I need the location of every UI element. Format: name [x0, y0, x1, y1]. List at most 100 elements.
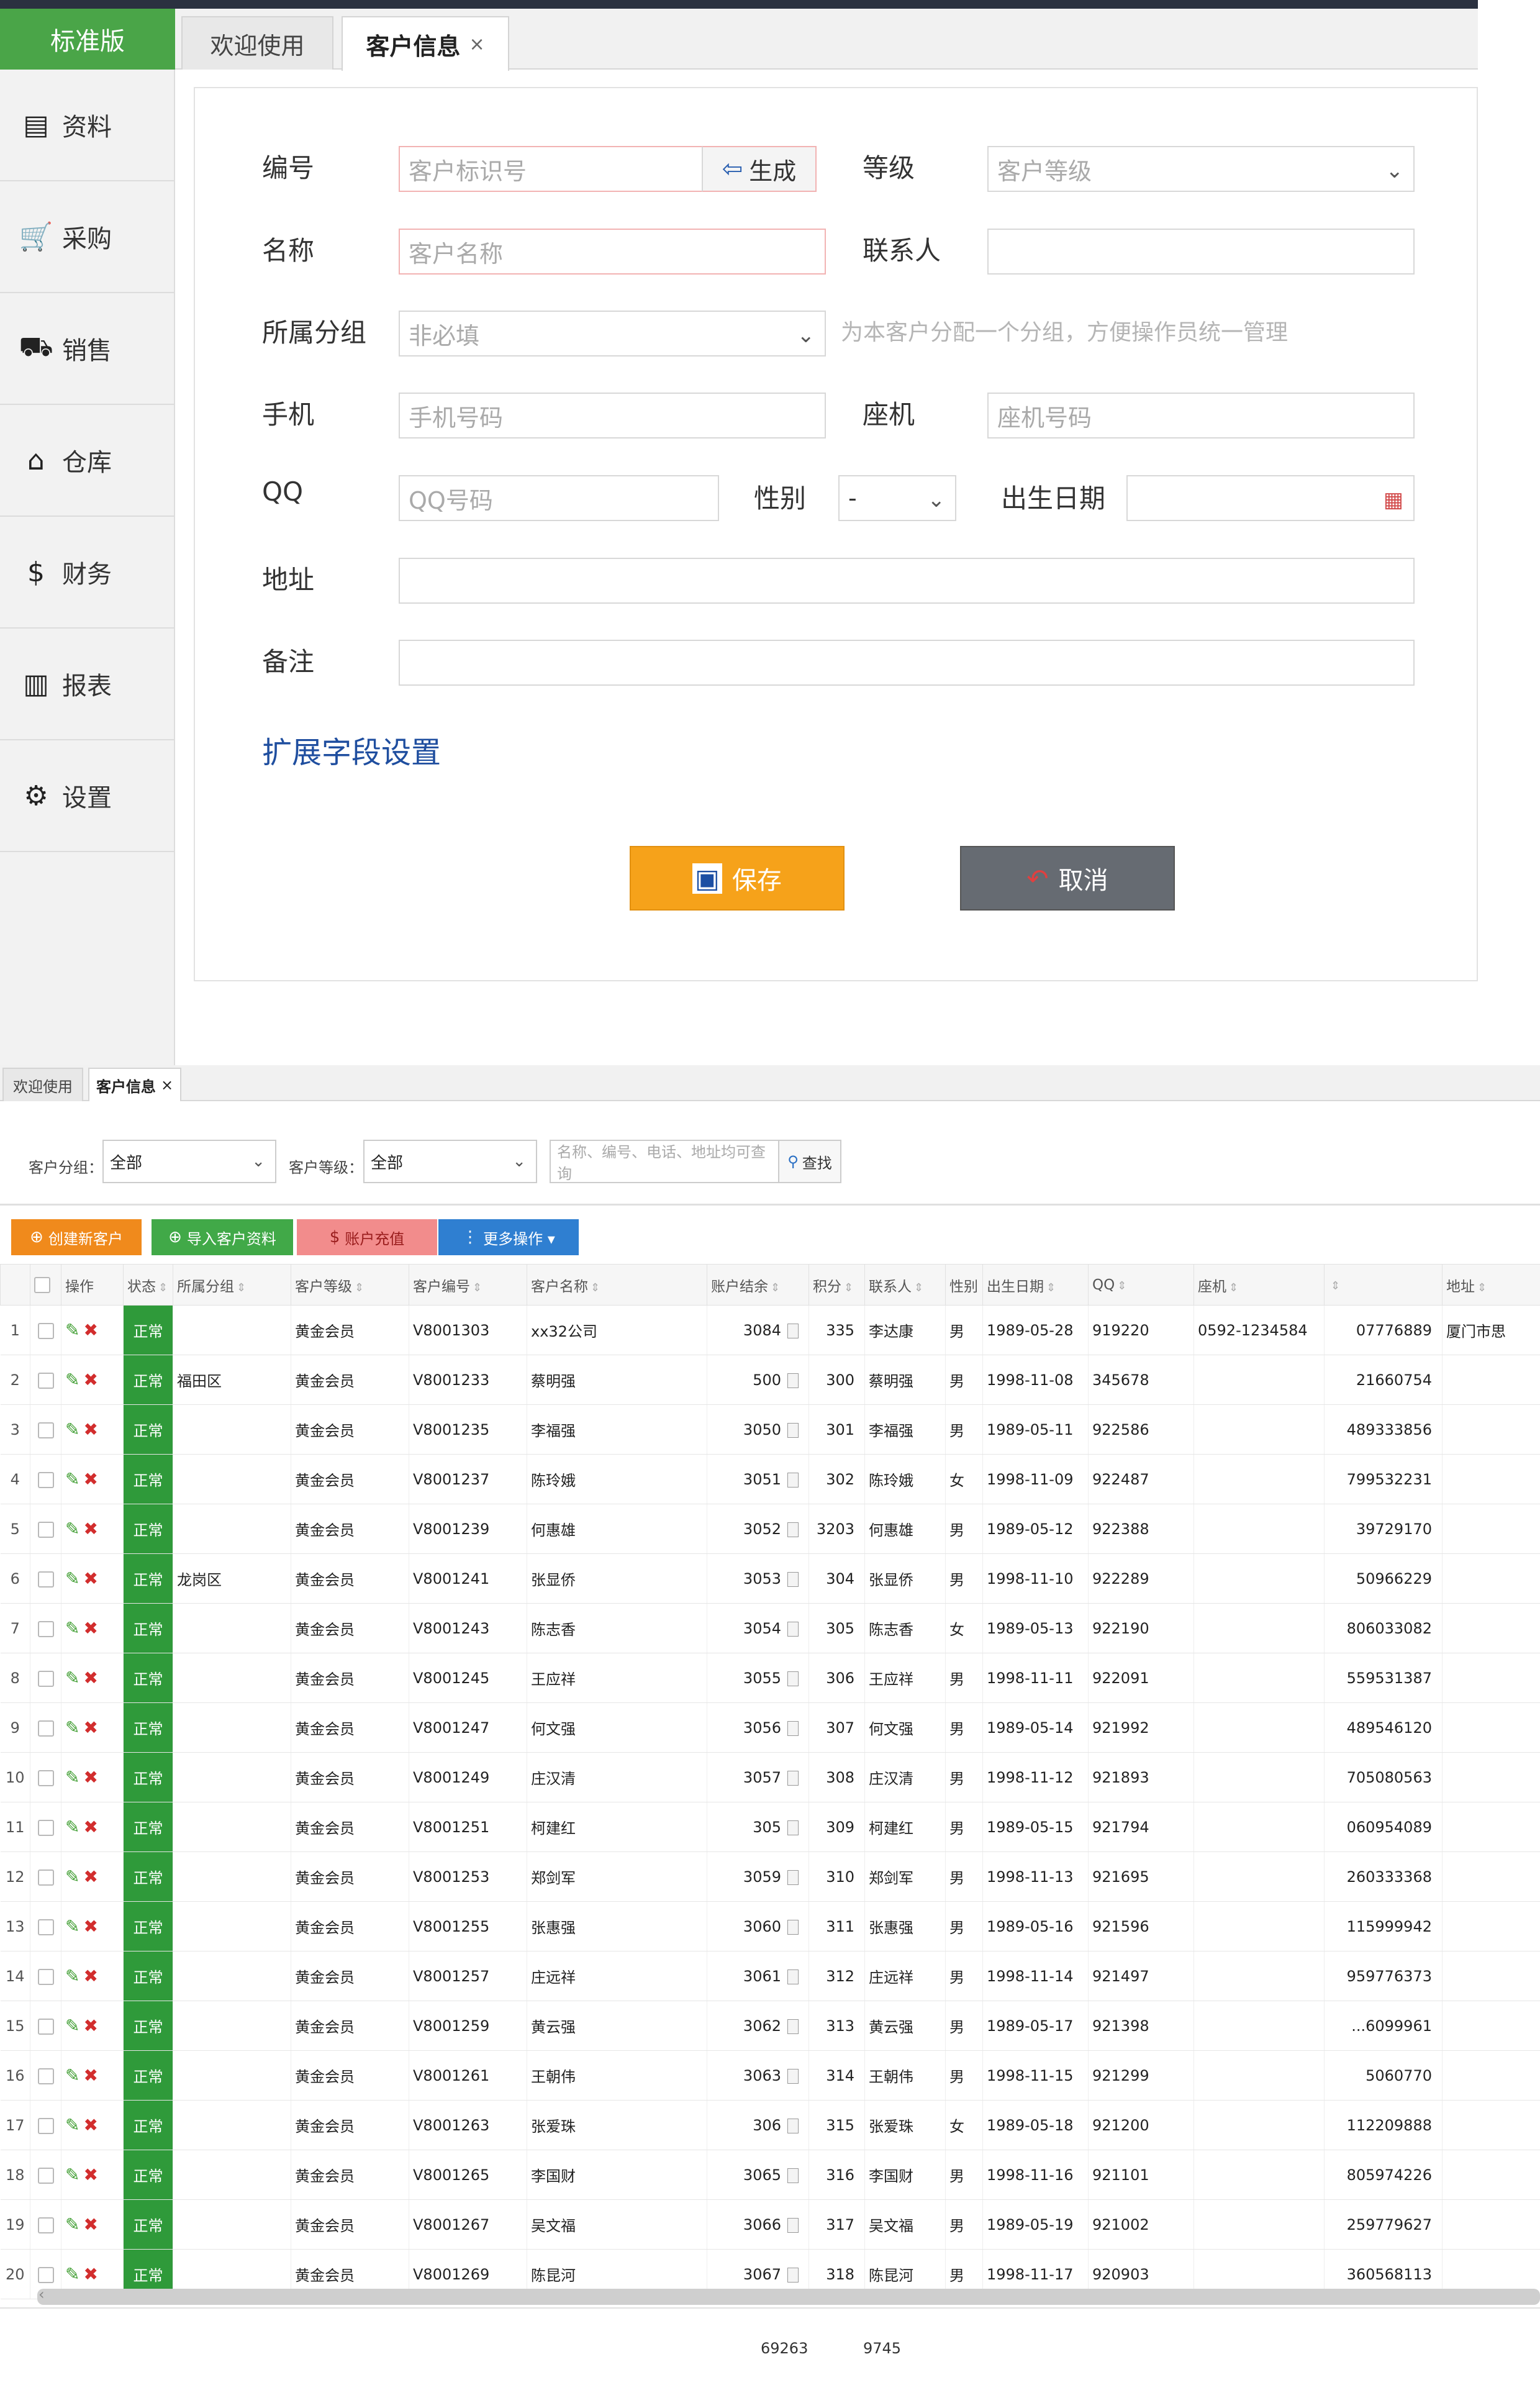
note-icon[interactable]: [787, 1820, 799, 1835]
row-checkbox[interactable]: [30, 2150, 61, 2200]
checkbox[interactable]: [34, 1276, 50, 1293]
header-contact[interactable]: 联系人 ⇕: [864, 1264, 946, 1306]
header-mobile[interactable]: ⇕: [1324, 1264, 1443, 1306]
sidebar-item-finance[interactable]: $ 财务: [0, 517, 174, 629]
remark-input[interactable]: [399, 640, 1415, 686]
delete-icon[interactable]: ✖: [83, 2264, 97, 2284]
row-actions[interactable]: ✎ ✖: [61, 1653, 124, 1703]
edit-icon[interactable]: ✎: [65, 1618, 79, 1638]
checkbox[interactable]: [37, 1769, 54, 1786]
checkbox[interactable]: [37, 1571, 54, 1588]
edit-icon[interactable]: ✎: [65, 1519, 79, 1539]
table-row[interactable]: 4 ✎ ✖ 正常 黄金会员 V8001237 陈玲娥 3051 302 陈玲娥女 1998-11-0…: [0, 1454, 1540, 1504]
checkbox[interactable]: [37, 1372, 54, 1389]
table-row[interactable]: 5 ✎ ✖ 正常 黄金会员 V8001239 何惠雄 3052 3203 何惠雄男 1989-05-…: [0, 1504, 1540, 1554]
extend-fields-link[interactable]: 扩展字段设置: [262, 728, 441, 771]
header-code[interactable]: 客户编号 ⇕: [409, 1264, 527, 1306]
row-actions[interactable]: ✎ ✖: [61, 2050, 124, 2101]
note-icon[interactable]: [787, 1522, 799, 1537]
checkbox[interactable]: [37, 1869, 54, 1886]
row-checkbox[interactable]: [30, 1355, 61, 1405]
checkbox[interactable]: [37, 2167, 54, 2184]
edit-icon[interactable]: ✎: [65, 2115, 79, 2135]
table-row[interactable]: 16 ✎ ✖ 正常 黄金会员 V8001261 王朝伟 3063 314 王朝伟男 1998-11-…: [0, 2050, 1540, 2101]
tab-welcome[interactable]: 欢迎使用: [2, 1068, 83, 1101]
group-filter-select[interactable]: 全部 ⌄: [102, 1140, 276, 1183]
header-name[interactable]: 客户名称 ⇕: [527, 1264, 707, 1306]
delete-icon[interactable]: ✖: [83, 1817, 97, 1837]
table-row[interactable]: 6 ✎ ✖ 正常 龙岗区 黄金会员 V8001241 张显侨 3053 304 张显侨男 1998-1…: [0, 1553, 1540, 1604]
row-actions[interactable]: ✎ ✖: [61, 1702, 124, 1753]
checkbox[interactable]: [37, 1968, 54, 1985]
horizontal-scrollbar[interactable]: [37, 2289, 1540, 2305]
search-button[interactable]: ⚲ 查找: [779, 1140, 841, 1183]
header-phone[interactable]: 座机 ⇕: [1194, 1264, 1325, 1306]
calendar-icon[interactable]: ▦: [1384, 488, 1403, 512]
birthday-input[interactable]: ▦: [1126, 475, 1415, 521]
delete-icon[interactable]: ✖: [83, 1568, 97, 1589]
checkbox[interactable]: [37, 1670, 54, 1687]
row-actions[interactable]: ✎ ✖: [61, 2100, 124, 2150]
row-checkbox[interactable]: [30, 1653, 61, 1703]
edit-icon[interactable]: ✎: [65, 1469, 79, 1489]
row-actions[interactable]: ✎ ✖: [61, 1851, 124, 1902]
table-row[interactable]: 11 ✎ ✖ 正常 黄金会员 V8001251 柯建红 305 309 柯建红男 1989-05-1…: [0, 1802, 1540, 1852]
generate-button[interactable]: ⇦ 生成: [702, 146, 817, 192]
delete-icon[interactable]: ✖: [83, 2214, 97, 2235]
note-icon[interactable]: [787, 1671, 799, 1686]
note-icon[interactable]: [787, 1571, 799, 1587]
delete-icon[interactable]: ✖: [83, 1866, 97, 1887]
sidebar-item-warehouse[interactable]: ⌂ 仓库: [0, 405, 174, 517]
tab-customer-info[interactable]: 客户信息 ×: [88, 1068, 181, 1101]
note-icon[interactable]: [787, 1720, 799, 1736]
note-icon[interactable]: [787, 2118, 799, 2133]
edit-icon[interactable]: ✎: [65, 2264, 79, 2284]
table-row[interactable]: 18 ✎ ✖ 正常 黄金会员 V8001265 李国财 3065 316 李国财男 1998-11-…: [0, 2150, 1540, 2200]
edit-icon[interactable]: ✎: [65, 1966, 79, 1986]
note-icon[interactable]: [787, 1919, 799, 1935]
table-row[interactable]: 19 ✎ ✖ 正常 黄金会员 V8001267 吴文福 3066 317 吴文福男 1989-05-…: [0, 2199, 1540, 2250]
row-checkbox[interactable]: [30, 2100, 61, 2150]
table-row[interactable]: 15 ✎ ✖ 正常 黄金会员 V8001259 黄云强 3062 313 黄云强男 1989-05-…: [0, 2001, 1540, 2051]
header-status[interactable]: 状态 ⇕: [123, 1264, 173, 1306]
header-birthday[interactable]: 出生日期 ⇕: [982, 1264, 1089, 1306]
table-row[interactable]: 3 ✎ ✖ 正常 黄金会员 V8001235 李福强 3050 301 李福强男 1989-05-1…: [0, 1404, 1540, 1455]
header-group[interactable]: 所属分组 ⇕: [173, 1264, 291, 1306]
note-icon[interactable]: [787, 2068, 799, 2084]
import-customers-button[interactable]: ⊕ 导入客户资料: [152, 1219, 293, 1255]
group-select[interactable]: 非必填 ⌄: [399, 311, 826, 357]
delete-icon[interactable]: ✖: [83, 1469, 97, 1489]
delete-icon[interactable]: ✖: [83, 2115, 97, 2135]
note-icon[interactable]: [787, 2217, 799, 2233]
checkbox[interactable]: [37, 1322, 54, 1339]
table-row[interactable]: 17 ✎ ✖ 正常 黄金会员 V8001263 张爱珠 306 315 张爱珠女 1989-05-1…: [0, 2100, 1540, 2150]
delete-icon[interactable]: ✖: [83, 1717, 97, 1738]
row-checkbox[interactable]: [30, 2199, 61, 2250]
table-row[interactable]: 12 ✎ ✖ 正常 黄金会员 V8001253 郑剑军 3059 310 郑剑军男 1998-11-…: [0, 1851, 1540, 1902]
delete-icon[interactable]: ✖: [83, 2165, 97, 2185]
delete-icon[interactable]: ✖: [83, 1370, 97, 1390]
edit-icon[interactable]: ✎: [65, 1419, 79, 1440]
note-icon[interactable]: [787, 1323, 799, 1338]
note-icon[interactable]: [787, 2267, 799, 2283]
note-icon[interactable]: [787, 1770, 799, 1786]
row-actions[interactable]: ✎ ✖: [61, 1802, 124, 1852]
table-row[interactable]: 14 ✎ ✖ 正常 黄金会员 V8001257 庄远祥 3061 312 庄远祥男 1998-11-…: [0, 1951, 1540, 2001]
delete-icon[interactable]: ✖: [83, 1916, 97, 1937]
contact-input[interactable]: [987, 229, 1415, 275]
phone-input[interactable]: 座机号码: [987, 393, 1415, 438]
delete-icon[interactable]: ✖: [83, 2065, 97, 2086]
row-actions[interactable]: ✎ ✖: [61, 1504, 124, 1554]
row-actions[interactable]: ✎ ✖: [61, 1901, 124, 1951]
row-checkbox[interactable]: [30, 2001, 61, 2051]
tab-welcome[interactable]: 欢迎使用: [181, 16, 333, 70]
table-row[interactable]: 2 ✎ ✖ 正常 福田区 黄金会员 V8001233 蔡明强 500 300 蔡明强男 1998-11…: [0, 1355, 1540, 1405]
sidebar-item-purchase[interactable]: 🛒 采购: [0, 181, 174, 293]
row-actions[interactable]: ✎ ✖: [61, 1603, 124, 1653]
row-actions[interactable]: ✎ ✖: [61, 1752, 124, 1802]
header-qq[interactable]: QQ ⇕: [1088, 1264, 1194, 1306]
delete-icon[interactable]: ✖: [83, 1419, 97, 1440]
delete-icon[interactable]: ✖: [83, 1519, 97, 1539]
edit-icon[interactable]: ✎: [65, 2065, 79, 2086]
row-checkbox[interactable]: [30, 1702, 61, 1753]
